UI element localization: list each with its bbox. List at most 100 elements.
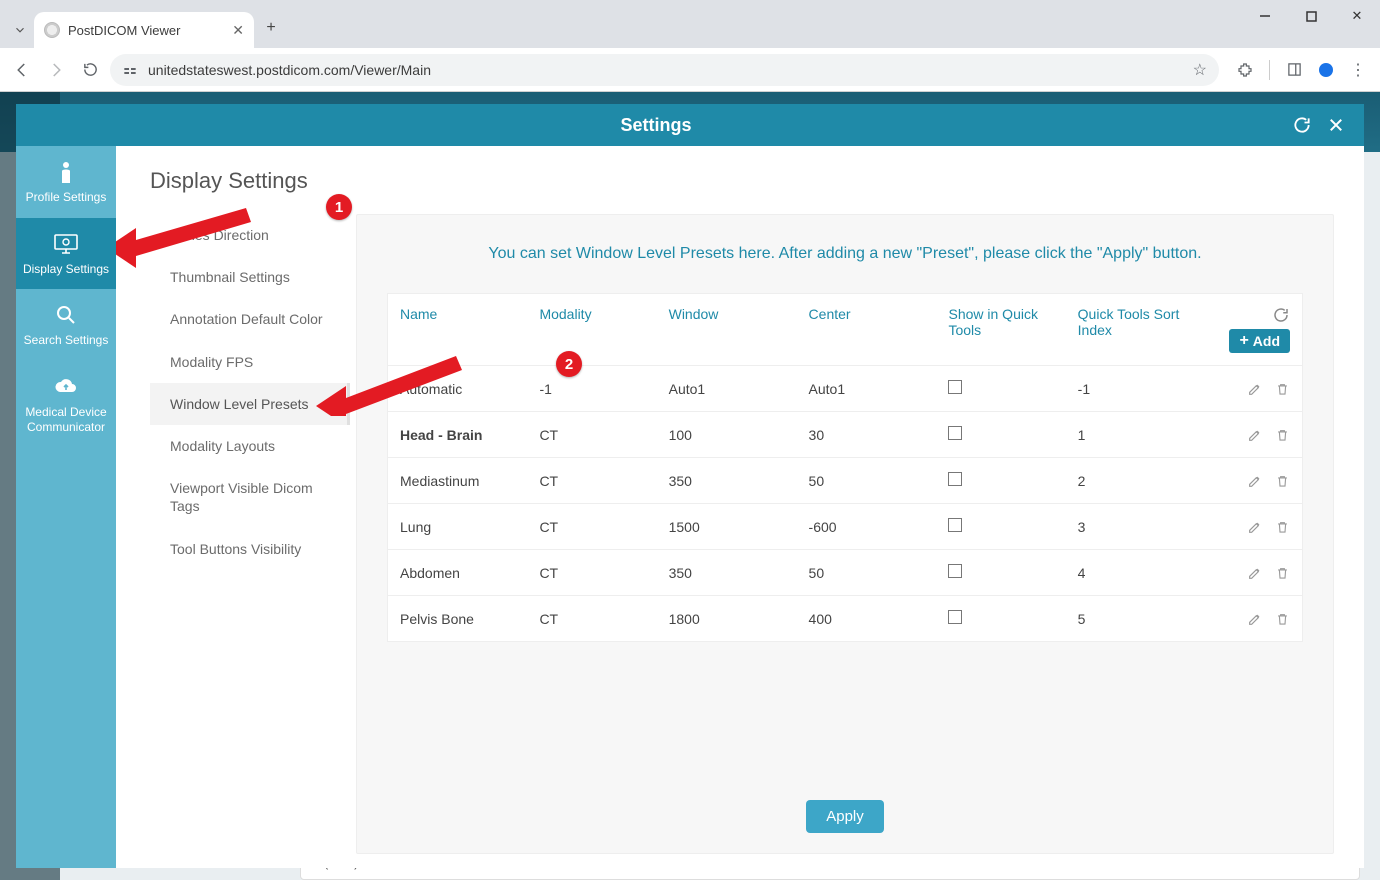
settings-category-nav: Profile Settings Display Settings Search… (16, 146, 116, 868)
window-minimize-button[interactable] (1242, 0, 1288, 32)
delete-icon[interactable] (1275, 565, 1290, 581)
col-center[interactable]: Center (797, 294, 937, 366)
nav-reload-button[interactable] (76, 56, 104, 84)
subnav-item[interactable]: Thumbnail Settings (150, 256, 350, 298)
checkbox[interactable] (948, 472, 962, 486)
settings-close-button[interactable] (1322, 111, 1350, 139)
chrome-menu-icon[interactable]: ⋮ (1344, 56, 1372, 84)
browser-tab[interactable]: PostDICOM Viewer ✕ (34, 12, 254, 48)
address-bar[interactable]: unitedstateswest.postdicom.com/Viewer/Ma… (110, 54, 1219, 86)
cell-window: 1500 (657, 504, 797, 550)
cell-sort: 5 (1066, 596, 1195, 642)
bookmark-icon[interactable]: ☆ (1193, 60, 1207, 80)
checkbox[interactable] (948, 564, 962, 578)
nav-back-button[interactable] (8, 56, 36, 84)
add-button[interactable]: +Add (1229, 329, 1290, 353)
settings-dialog-header: Settings (16, 104, 1364, 146)
window-close-button[interactable]: ✕ (1334, 0, 1380, 32)
window-maximize-button[interactable] (1288, 0, 1334, 32)
cell-show (936, 550, 1065, 596)
col-name[interactable]: Name (388, 294, 528, 366)
checkbox[interactable] (948, 380, 962, 394)
cell-modality: -1 (527, 366, 656, 412)
col-sort-index[interactable]: Quick Tools Sort Index (1066, 294, 1195, 366)
cell-modality: CT (527, 412, 656, 458)
cell-sort: -1 (1066, 366, 1195, 412)
edit-icon[interactable] (1247, 519, 1263, 535)
new-tab-button[interactable]: + (258, 15, 284, 41)
cell-name: Lung (388, 504, 528, 550)
table-row: Pelvis BoneCT18004005 (388, 596, 1303, 642)
cloud-upload-icon (20, 375, 112, 399)
cell-window: 350 (657, 458, 797, 504)
window-titlebar: PostDICOM Viewer ✕ + ✕ (0, 0, 1380, 48)
cell-center: Auto1 (797, 366, 937, 412)
nav-search-settings[interactable]: Search Settings (16, 289, 116, 361)
table-row: Automatic-1Auto1Auto1-1 (388, 366, 1303, 412)
cell-window: 350 (657, 550, 797, 596)
delete-icon[interactable] (1275, 427, 1290, 443)
delete-icon[interactable] (1275, 381, 1290, 397)
edit-icon[interactable] (1247, 381, 1263, 397)
checkbox[interactable] (948, 518, 962, 532)
delete-icon[interactable] (1275, 473, 1290, 489)
site-info-icon[interactable] (122, 62, 140, 78)
col-window[interactable]: Window (657, 294, 797, 366)
monitor-gear-icon (20, 232, 112, 256)
side-panel-icon[interactable] (1280, 56, 1308, 84)
checkbox[interactable] (948, 610, 962, 624)
cell-show (936, 504, 1065, 550)
annotation-badge-2: 2 (556, 351, 582, 377)
presets-table: Name Modality Window Center Show in Quic… (387, 293, 1303, 642)
nav-label: Search Settings (20, 333, 112, 349)
subnav-item[interactable]: Window Level Presets (150, 383, 350, 425)
table-row: LungCT1500-6003 (388, 504, 1303, 550)
extensions-icon[interactable] (1231, 56, 1259, 84)
settings-refresh-button[interactable] (1288, 111, 1316, 139)
apply-button[interactable]: Apply (806, 800, 884, 833)
cell-sort: 1 (1066, 412, 1195, 458)
subnav-item[interactable]: Series Direction (150, 214, 350, 256)
delete-icon[interactable] (1275, 611, 1290, 627)
cell-modality: CT (527, 596, 656, 642)
cell-center: 400 (797, 596, 937, 642)
cell-modality: CT (527, 458, 656, 504)
tab-close-icon[interactable]: ✕ (232, 22, 244, 39)
subnav-item[interactable]: Modality Layouts (150, 425, 350, 467)
col-modality[interactable]: Modality (527, 294, 656, 366)
cell-name: Head - Brain (388, 412, 528, 458)
edit-icon[interactable] (1247, 427, 1263, 443)
table-refresh-icon[interactable] (1272, 309, 1290, 328)
cell-show (936, 458, 1065, 504)
cell-window: Auto1 (657, 366, 797, 412)
table-row: Head - BrainCT100301 (388, 412, 1303, 458)
nav-forward-button[interactable] (42, 56, 70, 84)
nav-profile-settings[interactable]: Profile Settings (16, 146, 116, 218)
tab-search-icon[interactable] (6, 14, 34, 46)
nav-label: Profile Settings (20, 190, 112, 206)
cell-name: Mediastinum (388, 458, 528, 504)
subnav-item[interactable]: Annotation Default Color (150, 298, 350, 340)
nav-label: Display Settings (20, 262, 112, 278)
profile-avatar-icon[interactable] (1312, 56, 1340, 84)
edit-icon[interactable] (1247, 565, 1263, 581)
nav-medical-device-communicator[interactable]: Medical Device Communicator (16, 361, 116, 448)
subnav-item[interactable]: Tool Buttons Visibility (150, 528, 350, 570)
table-row: AbdomenCT350504 (388, 550, 1303, 596)
page-title: Display Settings (150, 168, 1334, 194)
cell-modality: CT (527, 550, 656, 596)
subnav-item[interactable]: Viewport Visible Dicom Tags (150, 467, 350, 527)
cell-name: Abdomen (388, 550, 528, 596)
col-show-quick[interactable]: Show in Quick Tools (936, 294, 1065, 366)
favicon (44, 22, 60, 38)
nav-display-settings[interactable]: Display Settings (16, 218, 116, 290)
subnav-item[interactable]: Modality FPS (150, 341, 350, 383)
display-subnav: Series DirectionThumbnail SettingsAnnota… (150, 214, 350, 854)
annotation-badge-1: 1 (326, 194, 352, 220)
col-actions: +Add (1195, 294, 1303, 366)
edit-icon[interactable] (1247, 473, 1263, 489)
browser-toolbar: unitedstateswest.postdicom.com/Viewer/Ma… (0, 48, 1380, 92)
checkbox[interactable] (948, 426, 962, 440)
delete-icon[interactable] (1275, 519, 1290, 535)
edit-icon[interactable] (1247, 611, 1263, 627)
